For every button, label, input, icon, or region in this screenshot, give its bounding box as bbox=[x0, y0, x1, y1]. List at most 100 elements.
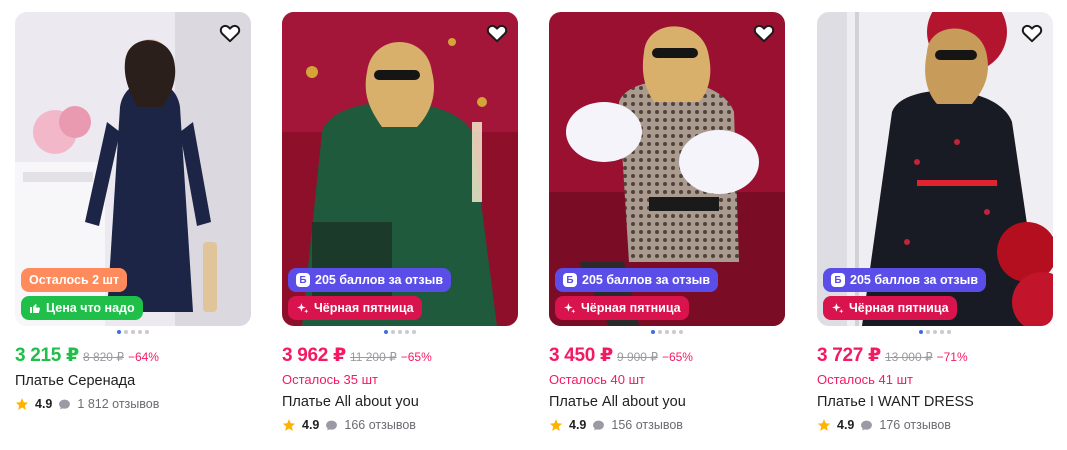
points-badge: Б 205 баллов за отзыв bbox=[823, 268, 987, 292]
product-grid: Осталось 2 шт Цена что надо 3 215 ₽ 8 82… bbox=[0, 0, 1067, 450]
points-badge-label: 205 баллов за отзыв bbox=[315, 273, 444, 287]
favorite-button[interactable] bbox=[1019, 20, 1045, 46]
sparkle-icon bbox=[297, 302, 309, 313]
pager-dot[interactable] bbox=[947, 330, 951, 334]
image-pager[interactable] bbox=[817, 330, 1053, 336]
b-points-icon: Б bbox=[296, 273, 310, 287]
rating-row: 4.9 166 отзывов bbox=[282, 418, 518, 432]
pager-dot[interactable] bbox=[391, 330, 395, 334]
rating-value: 4.9 bbox=[35, 397, 53, 411]
old-price: 9 900 ₽ bbox=[616, 350, 658, 364]
sparkle-icon bbox=[832, 302, 844, 313]
badge-stack: Осталось 2 шт Цена что надо bbox=[21, 268, 143, 320]
pager-dot[interactable] bbox=[919, 330, 923, 334]
product-title[interactable]: Платье All about you bbox=[549, 394, 785, 410]
product-card[interactable]: Б 205 баллов за отзыв Чёрная пятница 3 7… bbox=[817, 12, 1053, 432]
current-price: 3 962 ₽ bbox=[282, 345, 346, 366]
reviews-count[interactable]: 176 отзывов bbox=[879, 418, 951, 432]
pager-dot[interactable] bbox=[138, 330, 142, 334]
pager-dot[interactable] bbox=[926, 330, 930, 334]
points-badge-label: 205 баллов за отзыв bbox=[850, 273, 979, 287]
star-icon bbox=[282, 418, 296, 432]
b-points-icon: Б bbox=[563, 273, 577, 287]
pager-dot[interactable] bbox=[131, 330, 135, 334]
pager-dot[interactable] bbox=[658, 330, 662, 334]
current-price: 3 215 ₽ bbox=[15, 345, 79, 366]
stock-badge-label: Осталось 2 шт bbox=[29, 273, 120, 287]
black-friday-badge: Чёрная пятница bbox=[555, 296, 689, 320]
product-photo[interactable]: Б 205 баллов за отзыв Чёрная пятница bbox=[817, 12, 1053, 326]
discount: −64% bbox=[127, 350, 159, 364]
badge-stack: Б 205 баллов за отзыв Чёрная пятница bbox=[288, 268, 452, 320]
chat-bubble-icon bbox=[58, 398, 71, 411]
black-friday-badge-label: Чёрная пятница bbox=[849, 301, 949, 315]
pager-dot[interactable] bbox=[405, 330, 409, 334]
stock-note: Осталось 41 шт bbox=[817, 372, 913, 387]
product-card[interactable]: Осталось 2 шт Цена что надо 3 215 ₽ 8 82… bbox=[15, 12, 251, 411]
favorite-button[interactable] bbox=[751, 20, 777, 46]
pager-dot[interactable] bbox=[124, 330, 128, 334]
points-badge: Б 205 баллов за отзыв bbox=[288, 268, 452, 292]
thumbs-up-icon bbox=[30, 304, 40, 313]
heart-outline-icon bbox=[219, 24, 241, 43]
product-photo[interactable]: Б 205 баллов за отзыв Чёрная пятница bbox=[282, 12, 518, 326]
points-badge-label: 205 баллов за отзыв bbox=[582, 273, 711, 287]
good-price-badge: Цена что надо bbox=[21, 296, 143, 320]
price-row: 3 215 ₽ 8 820 ₽ −64% bbox=[15, 344, 251, 366]
black-friday-badge-label: Чёрная пятница bbox=[581, 301, 681, 315]
rating-row: 4.9 1 812 отзывов bbox=[15, 397, 251, 411]
rating-value: 4.9 bbox=[569, 418, 587, 432]
badge-stack: Б 205 баллов за отзыв Чёрная пятница bbox=[555, 268, 719, 320]
price-row: 3 962 ₽ 11 200 ₽ −65% bbox=[282, 344, 518, 366]
badge-stack: Б 205 баллов за отзыв Чёрная пятница bbox=[823, 268, 987, 320]
points-badge: Б 205 баллов за отзыв bbox=[555, 268, 719, 292]
stock-badge: Осталось 2 шт bbox=[21, 268, 128, 292]
pager-dot[interactable] bbox=[679, 330, 683, 334]
discount: −65% bbox=[661, 350, 693, 364]
image-pager[interactable] bbox=[549, 330, 785, 336]
product-card[interactable]: Б 205 баллов за отзыв Чёрная пятница 3 9… bbox=[282, 12, 518, 432]
sparkle-icon bbox=[564, 302, 576, 313]
old-price: 13 000 ₽ bbox=[884, 350, 933, 364]
b-points-icon: Б bbox=[831, 273, 845, 287]
image-pager[interactable] bbox=[282, 330, 518, 336]
favorite-button[interactable] bbox=[217, 20, 243, 46]
good-price-badge-label: Цена что надо bbox=[46, 301, 135, 315]
reviews-count[interactable]: 166 отзывов bbox=[344, 418, 416, 432]
pager-dot[interactable] bbox=[665, 330, 669, 334]
current-price: 3 727 ₽ bbox=[817, 345, 881, 366]
reviews-count[interactable]: 1 812 отзывов bbox=[77, 397, 159, 411]
pager-dot[interactable] bbox=[933, 330, 937, 334]
current-price: 3 450 ₽ bbox=[549, 345, 613, 366]
pager-dot[interactable] bbox=[651, 330, 655, 334]
old-price: 8 820 ₽ bbox=[82, 350, 124, 364]
image-pager[interactable] bbox=[15, 330, 251, 336]
heart-outline-icon bbox=[486, 24, 508, 43]
stock-note: Осталось 40 шт bbox=[549, 372, 645, 387]
chat-bubble-icon bbox=[860, 419, 873, 432]
pager-dot[interactable] bbox=[117, 330, 121, 334]
pager-dot[interactable] bbox=[940, 330, 944, 334]
star-icon bbox=[817, 418, 831, 432]
favorite-button[interactable] bbox=[484, 20, 510, 46]
product-title[interactable]: Платье All about you bbox=[282, 394, 518, 410]
chat-bubble-icon bbox=[325, 419, 338, 432]
product-title[interactable]: Платье I WANT DRESS bbox=[817, 394, 1053, 410]
pager-dot[interactable] bbox=[384, 330, 388, 334]
pager-dot[interactable] bbox=[398, 330, 402, 334]
heart-outline-icon bbox=[1021, 24, 1043, 43]
chat-bubble-icon bbox=[592, 419, 605, 432]
reviews-count[interactable]: 156 отзывов bbox=[611, 418, 683, 432]
product-title[interactable]: Платье Серенада bbox=[15, 373, 251, 389]
old-price: 11 200 ₽ bbox=[349, 350, 397, 364]
discount: −65% bbox=[400, 350, 432, 364]
product-card[interactable]: Б 205 баллов за отзыв Чёрная пятница 3 4… bbox=[549, 12, 785, 432]
pager-dot[interactable] bbox=[145, 330, 149, 334]
black-friday-badge: Чёрная пятница bbox=[823, 296, 957, 320]
product-photo[interactable]: Б 205 баллов за отзыв Чёрная пятница bbox=[549, 12, 785, 326]
pager-dot[interactable] bbox=[672, 330, 676, 334]
product-photo[interactable]: Осталось 2 шт Цена что надо bbox=[15, 12, 251, 326]
pager-dot[interactable] bbox=[412, 330, 416, 334]
black-friday-badge-label: Чёрная пятница bbox=[314, 301, 414, 315]
discount: −71% bbox=[936, 350, 968, 364]
